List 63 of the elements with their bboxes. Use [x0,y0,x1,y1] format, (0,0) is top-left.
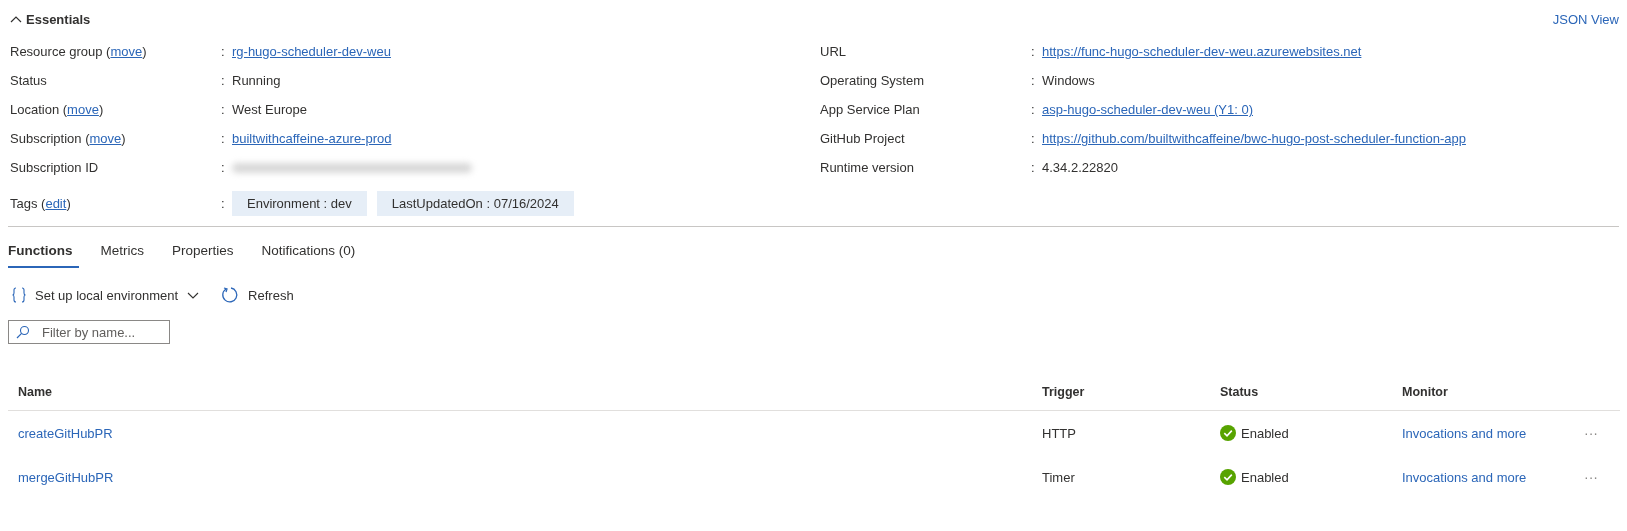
setup-local-environment-button[interactable]: Set up local environment [8,284,204,306]
function-name-link[interactable]: mergeGitHubPR [18,469,114,485]
field-value: Windows [1042,73,1095,88]
tab[interactable]: Properties [172,237,240,268]
tag: Environment : dev [232,190,367,216]
tab[interactable]: Notifications (0) [261,237,362,268]
invocations-link[interactable]: Invocations and more [1402,425,1527,441]
refresh-icon [221,286,240,304]
column-header: Trigger [1041,385,1086,399]
move-link[interactable]: move [67,102,99,117]
filter-field[interactable]: Filter by name... [8,320,170,344]
field-label: App Service Plan [819,102,921,117]
tab[interactable]: Metrics [100,237,150,268]
field-value-link[interactable]: asp-hugo-scheduler-dev-weu (Y1: 0) [1042,102,1253,117]
colon: : [221,73,226,88]
colon: : [1031,160,1036,175]
invocations-link[interactable]: Invocations and more [1402,469,1527,485]
colon: : [221,195,226,211]
field-label: Status [9,73,48,88]
field-value-link[interactable]: https://github.com/builtwithcaffeine/bwc-hugo-post-scheduler-function-app [1042,131,1466,146]
field-value-link[interactable]: builtwithcaffeine-azure-prod [232,131,392,146]
colon: : [221,160,226,175]
field-label: URL [819,44,847,59]
field-value: 4.34.2.22820 [1042,160,1118,175]
field-label: Operating System [819,73,926,88]
field-label: Subscription ID [9,160,100,175]
colon: : [1031,44,1036,59]
function-name-link[interactable]: createGitHubPR [18,425,113,441]
json-view-link[interactable]: JSON View [1552,11,1619,27]
column-header: Monitor [1401,385,1449,399]
refresh-button[interactable]: Refresh [217,284,298,306]
more-button[interactable]: ··· [1582,469,1600,485]
column-header: Name [17,385,54,399]
field-label: Tags (edit) [9,195,72,211]
edit-link[interactable]: edit [45,195,67,211]
field-value: West Europe [232,102,307,117]
tab[interactable]: Functions [8,237,79,268]
field-value-link[interactable]: https://func-hugo-scheduler-dev-weu.azurewebsites.net [1042,44,1362,59]
tag: LastUpdatedOn : 07/16/2024 [376,190,574,216]
field-label: Location (move) [9,102,105,117]
braces-icon [12,287,26,303]
colon: : [1031,73,1036,88]
field-value-link[interactable]: rg-hugo-scheduler-dev-weu [232,44,391,59]
trigger-cell: Timer [1042,469,1075,485]
colon: : [1031,131,1036,146]
field-label: Subscription (move) [9,131,127,146]
colon: : [221,102,226,117]
essentials-toggle[interactable]: Essentials [8,11,93,27]
move-link[interactable]: move [89,131,122,146]
colon: : [1031,102,1036,117]
more-button[interactable]: ··· [1582,425,1600,441]
field-value: Running [232,73,281,88]
chevron-icon [10,15,22,23]
caret-icon [187,291,200,299]
trigger-cell: HTTP [1042,425,1076,441]
colon: : [221,44,226,59]
field-label: Runtime version [819,160,915,175]
status-text: Enabled [1241,469,1289,485]
column-header: Status [1219,385,1260,399]
field-label: Resource group (move) [9,44,148,59]
status-text: Enabled [1241,425,1289,441]
field-label: GitHub Project [819,131,906,146]
colon: : [221,131,226,146]
